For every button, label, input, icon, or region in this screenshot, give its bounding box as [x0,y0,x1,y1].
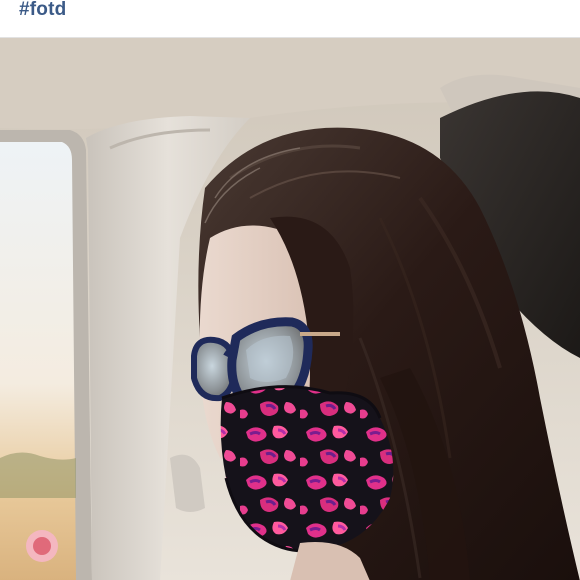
photo-illustration [0,38,580,580]
post-card: #fotd [0,0,580,580]
hashtag-caption[interactable]: #fotd [19,0,66,22]
post-photo[interactable] [0,37,580,580]
